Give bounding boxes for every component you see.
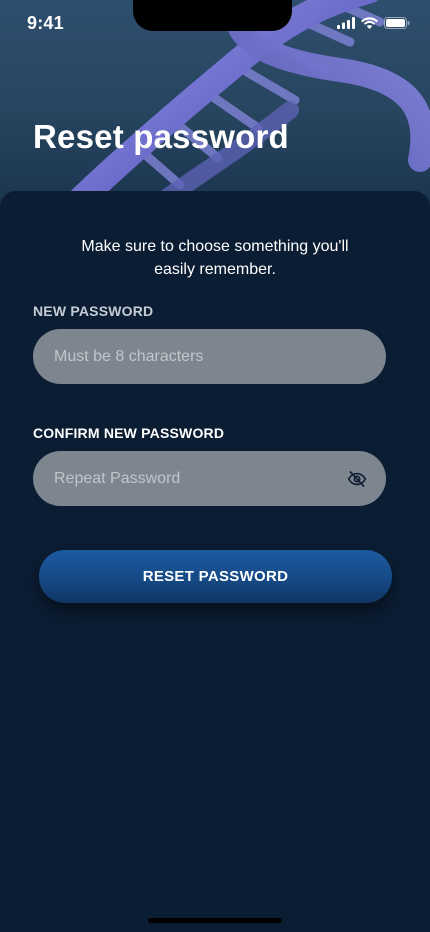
- wifi-icon: [361, 17, 378, 29]
- confirm-password-field-container: [33, 451, 386, 506]
- eye-off-icon[interactable]: [347, 469, 367, 489]
- confirm-password-input[interactable]: [33, 451, 386, 506]
- status-time: 9:41: [27, 13, 64, 33]
- reset-form-sheet: Make sure to choose something you'll eas…: [0, 191, 430, 932]
- status-bar: 9:41: [0, 0, 430, 50]
- form-subtitle: Make sure to choose something you'll eas…: [81, 238, 349, 278]
- page-title: Reset password: [33, 118, 289, 155]
- battery-icon: [384, 17, 410, 29]
- new-password-input[interactable]: [33, 329, 386, 384]
- status-icons: [337, 17, 410, 29]
- new-password-label: NEW PASSWORD: [33, 303, 154, 319]
- signal-icon: [337, 17, 355, 29]
- confirm-password-label: CONFIRM NEW PASSWORD: [33, 425, 225, 441]
- device-notch: [133, 0, 292, 31]
- new-password-field-container: [33, 329, 386, 384]
- reset-password-button[interactable]: RESET PASSWORD: [39, 550, 392, 603]
- home-indicator: [148, 918, 282, 923]
- reset-password-screen: 9:41 Reset password Make sure to choose …: [0, 0, 430, 932]
